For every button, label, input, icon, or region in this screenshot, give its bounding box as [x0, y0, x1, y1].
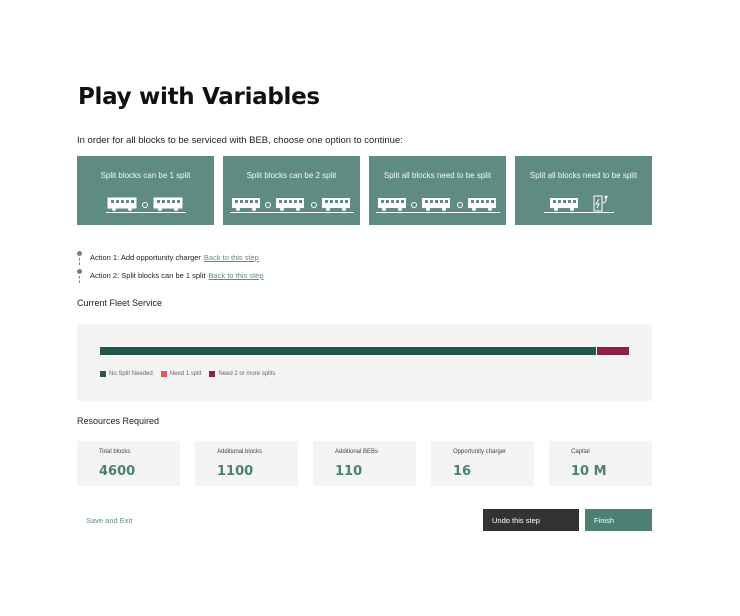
back-to-step-link[interactable]: Back to this step: [208, 271, 263, 280]
three-buses-charge-icon: [369, 195, 506, 215]
legend-item: Need 2 or more splits: [209, 371, 275, 377]
instructions-text: In order for all blocks to be serviced w…: [77, 135, 403, 146]
resource-value: 4600: [99, 464, 136, 479]
step-dot-icon: [77, 251, 82, 256]
legend-item: No Split Needed: [100, 371, 153, 377]
two-buses-charge-icon: [77, 195, 214, 215]
option-label: Split all blocks need to be split: [383, 171, 492, 180]
bar-segment-two-splits: [597, 347, 629, 355]
action-step: Action 1: Add opportunity charger Back t…: [77, 248, 264, 266]
legend-label: No Split Needed: [109, 371, 153, 377]
option-card-2[interactable]: Split blocks can be 2 split: [223, 156, 360, 225]
resource-card-additional-blocks: Additional blocks 1100: [195, 441, 298, 486]
resource-value: 16: [453, 464, 472, 479]
fleet-service-panel: No Split Needed Need 1 split Need 2 or m…: [77, 324, 652, 401]
resource-label: Additional blocks: [217, 449, 263, 455]
save-and-exit-link[interactable]: Save and Exit: [86, 516, 132, 525]
bus-charger-icon: [515, 195, 652, 215]
resource-card-additional-bebs: Additional BEBs 110: [313, 441, 416, 486]
undo-step-button[interactable]: Undo this step: [483, 509, 579, 531]
legend-label: Need 2 or more splits: [218, 371, 276, 377]
legend-swatch: [160, 371, 167, 377]
resource-label: Opportunity charger: [453, 449, 507, 455]
action-text: Action 2: Split blocks can be 1 split: [90, 270, 206, 280]
resource-value: 10 M: [571, 464, 607, 479]
resource-value: 110: [335, 464, 363, 479]
step-connector: [79, 276, 80, 283]
fleet-legend: No Split Needed Need 1 split Need 2 or m…: [100, 371, 275, 377]
resource-card-capital: Capital 10 M: [549, 441, 652, 486]
option-label: Split blocks can be 2 split: [246, 171, 337, 180]
legend-swatch: [209, 371, 216, 377]
resource-label: Capital: [571, 449, 590, 455]
option-card-3[interactable]: Split all blocks need to be split: [369, 156, 506, 225]
legend-label: Need 1 split: [169, 371, 202, 377]
legend-swatch: [100, 371, 106, 377]
resource-card-opportunity-charger: Opportunity charger 16: [431, 441, 534, 486]
finish-button[interactable]: Finish: [585, 509, 652, 531]
fleet-section-title: Current Fleet Service: [77, 298, 163, 308]
resource-card-total-blocks: Total blocks 4600: [77, 441, 180, 486]
resource-value: 1100: [217, 464, 254, 479]
legend-item: Need 1 split: [160, 371, 202, 377]
action-text: Action 1: Add opportunity charger: [90, 252, 201, 262]
option-label: Split all blocks need to be split: [529, 171, 638, 180]
action-steps: Action 1: Add opportunity charger Back t…: [77, 248, 264, 284]
option-label: Split blocks can be 1 split: [100, 171, 191, 180]
option-card-4[interactable]: Split all blocks need to be split: [515, 156, 652, 225]
fleet-stacked-bar: [100, 347, 629, 355]
action-step: Action 2: Split blocks can be 1 split Ba…: [77, 266, 264, 284]
bar-segment-no-split: [100, 347, 596, 355]
resources-cards: Total blocks 4600 Additional blocks 1100…: [77, 441, 652, 486]
option-card-1[interactable]: Split blocks can be 1 split: [77, 156, 214, 225]
resources-section-title: Resources Required: [77, 416, 160, 426]
resource-label: Total blocks: [99, 449, 131, 455]
back-to-step-link[interactable]: Back to this step: [204, 253, 259, 262]
three-buses-charge-icon: [223, 195, 360, 215]
step-connector: [79, 258, 80, 265]
page-title: Play with Variables: [78, 84, 320, 110]
step-dot-icon: [77, 269, 82, 274]
resource-label: Additional BEBs: [335, 449, 379, 455]
option-cards: Split blocks can be 1 split Split blocks…: [77, 156, 652, 225]
